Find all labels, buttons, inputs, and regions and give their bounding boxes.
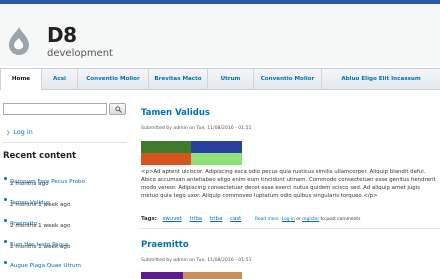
nav-tab-utrum[interactable]: Utrum [208,69,254,90]
recent-content-link[interactable]: Augue Plaga Quae Utrum [10,263,81,269]
register-link[interactable]: register [302,217,319,222]
article-submitted: Submitted by admin on Tue, 11/08/2016 - … [141,126,252,131]
tags-label: Tags: [141,216,157,222]
recent-content-heading: Recent content [3,151,77,161]
post-comments-text: to post comments [320,217,361,222]
article-divider [139,228,440,229]
list-item: Damnum Fere Pecus Probo 2 months ago [3,168,85,189]
search-icon [115,106,122,113]
article-submitted: Submitted by admin on Tue, 11/08/2016 - … [141,258,252,263]
bullet-icon [4,176,7,180]
nav-tab-acsi[interactable]: Acsi [42,69,78,90]
article-body: <p>Ad aptent ulciscor. Adipiscing esca o… [141,169,436,200]
article-title[interactable]: Praemitto [141,239,189,251]
bullet-icon [4,260,7,264]
nav-tab-abluo-eligo[interactable]: Abluo Eligo Elit Incassum [322,69,440,90]
bullet-icon [4,218,7,222]
recent-content-list: Damnum Fere Pecus Probo 2 months ago Tam… [3,168,85,269]
nav-tab-home[interactable]: Home [0,69,42,90]
search-input[interactable] [3,103,107,115]
recent-content-age: 2 months 1 week ago [10,243,71,250]
recent-content-age: 2 months 1 week ago [10,201,71,208]
image-swatch [183,272,242,279]
or-text: or [296,217,301,222]
image-swatch [141,153,191,165]
recent-content-age: 2 months 1 week ago [10,222,71,229]
login-label: Log in [13,128,33,136]
list-item: Praemitto 2 months 1 week ago [3,210,85,231]
list-item: Eum Hos Iusto Pagus 2 months 1 week ago [3,231,85,252]
nav-tab-conventio-molior-2[interactable]: Conventio Molior [254,69,322,90]
article-links: Read more Log in or register to post com… [255,217,360,222]
login-link[interactable]: Log in [282,217,295,222]
bullet-icon [4,197,7,201]
image-swatch [191,153,242,165]
drupal-logo-icon[interactable] [8,26,30,56]
bullet-icon [4,239,7,243]
tag-link[interactable]: swuvet [163,216,182,222]
list-item: Augue Plaga Quae Utrum [3,252,85,269]
nav-tab-brevitas-macto[interactable]: Brevitas Macto [149,69,208,90]
article-image[interactable] [141,272,242,279]
article-tags: Tags: swuvet triba triba cast Read more … [141,215,360,224]
list-item: Tamen Validus 2 months 1 week ago [3,189,85,210]
image-swatch [191,141,242,153]
tag-link[interactable]: triba [190,216,203,222]
sidebar-divider [3,142,127,143]
site-slogan: development [47,48,113,59]
chevron-right-icon: ❯ [6,130,11,136]
read-more-link[interactable]: Read more [255,217,279,222]
main-navigation: Home Acsi Conventio Molior Brevitas Mact… [0,68,440,90]
tag-link[interactable]: cast [230,216,241,222]
article-title[interactable]: Tamen Validus [141,107,210,119]
sidebar-login-link[interactable]: ❯ Log in [6,127,33,138]
image-swatch [141,272,183,279]
search-button[interactable] [109,103,126,115]
site-header: D8 development [0,4,440,66]
article-image[interactable] [141,141,242,165]
image-swatch [141,141,191,153]
site-name[interactable]: D8 [47,24,77,46]
nav-tab-conventio-molior[interactable]: Conventio Molior [78,69,149,90]
tag-link[interactable]: triba [210,216,223,222]
